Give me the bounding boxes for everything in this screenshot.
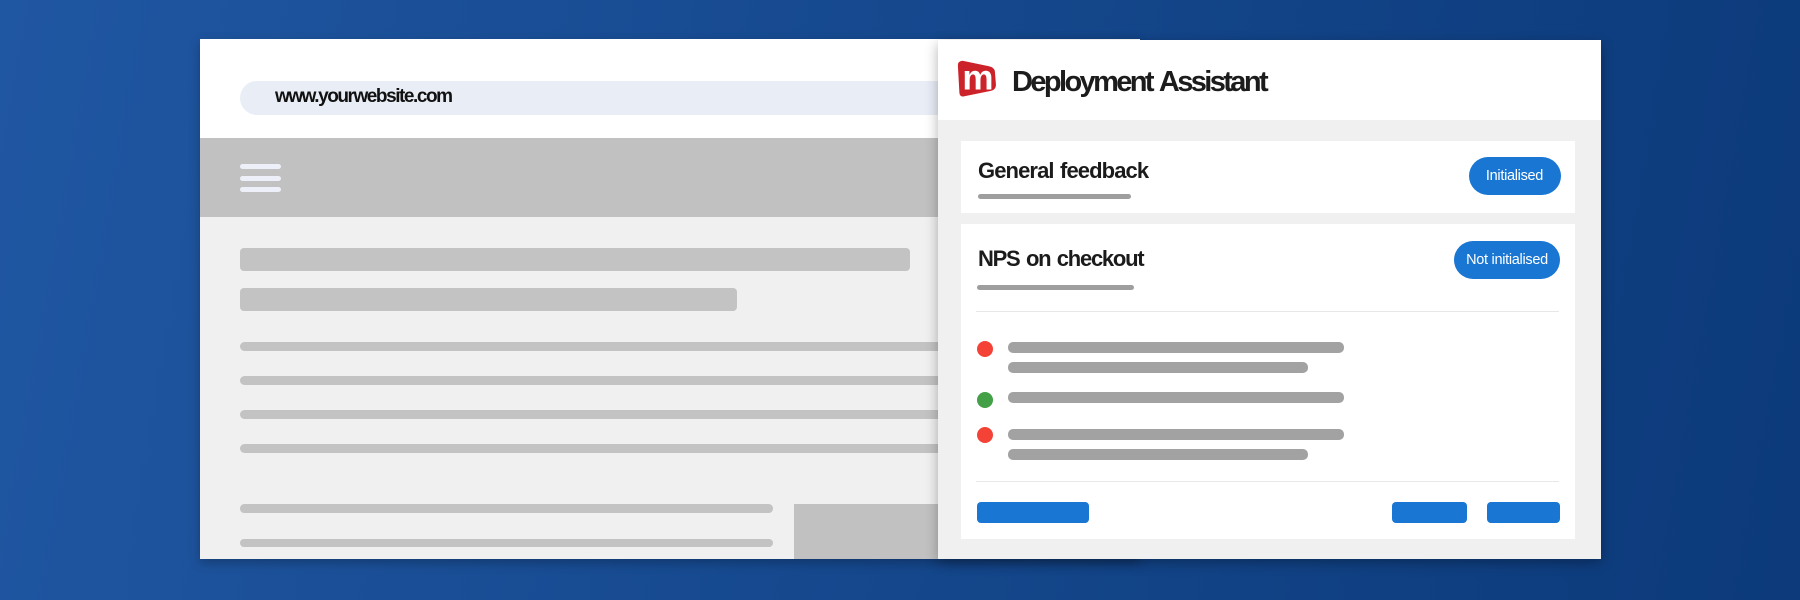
svg-text:m: m: [962, 59, 993, 98]
